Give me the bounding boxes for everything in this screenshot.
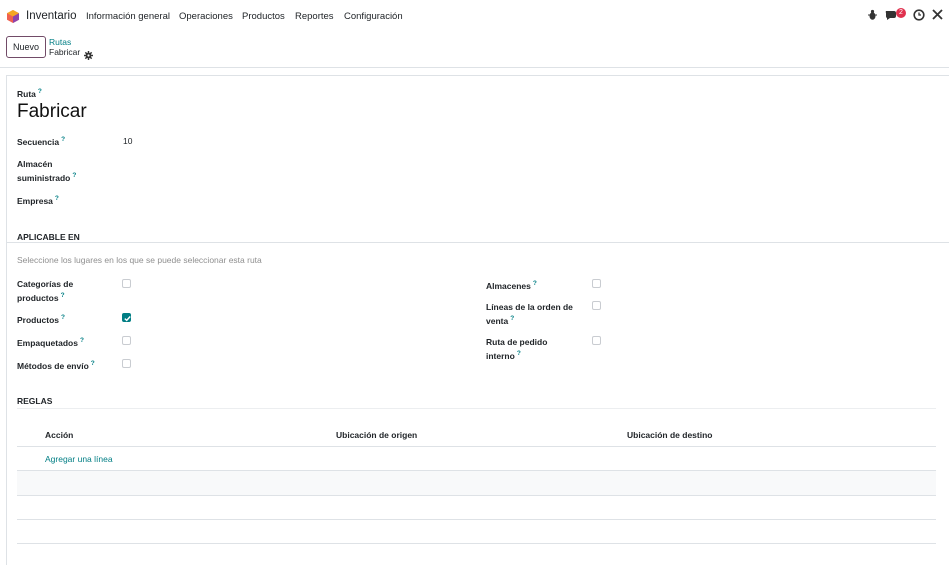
column-header-action[interactable]: Acción (45, 430, 73, 440)
products-checkbox[interactable] (122, 313, 131, 322)
warehouses-checkbox[interactable] (592, 279, 601, 288)
shipping-methods-label: Métodos de envío? (17, 360, 95, 371)
company-field[interactable] (123, 193, 423, 207)
categories-checkbox[interactable] (122, 279, 131, 288)
company-label: Empresa? (17, 195, 59, 206)
table-header-divider (17, 446, 936, 447)
internal-route-label: Ruta de pedido interno? (486, 337, 548, 361)
packagings-checkbox[interactable] (122, 336, 131, 345)
categories-label: Categorías de productos? (17, 279, 74, 303)
menu-productos[interactable]: Productos (242, 11, 285, 22)
applicable-hint: Seleccione los lugares en los que se pue… (17, 255, 262, 265)
menu-reportes[interactable]: Reportes (295, 11, 334, 22)
breadcrumb-current: Fabricar (49, 47, 81, 57)
top-navbar: Inventario Información general Operacion… (0, 0, 949, 34)
sequence-label: Secuencia? (17, 136, 66, 147)
check-icon (124, 316, 131, 322)
column-header-destination[interactable]: Ubicación de destino (627, 430, 713, 440)
table-row-divider (17, 543, 936, 544)
rules-divider (17, 408, 936, 409)
app-name[interactable]: Inventario (26, 10, 77, 22)
inventory-app-icon[interactable] (7, 10, 19, 23)
new-button[interactable]: Nuevo (6, 36, 46, 58)
internal-route-checkbox[interactable] (592, 336, 601, 345)
bug-icon[interactable] (868, 9, 877, 25)
route-name-field[interactable]: Fabricar (17, 101, 87, 123)
clock-icon[interactable] (913, 9, 925, 25)
add-line-link[interactable]: Agregar una línea (45, 454, 113, 464)
empty-table-row (17, 496, 936, 520)
sale-order-lines-label: Líneas de la orden de venta? (486, 302, 573, 326)
menu-configuracion[interactable]: Configuración (344, 11, 403, 22)
warehouse-label: Almacén suministrado? (17, 159, 77, 183)
shipping-methods-checkbox[interactable] (122, 359, 131, 368)
column-header-source[interactable]: Ubicación de origen (336, 430, 417, 440)
messages-badge: 2 (896, 8, 906, 18)
route-label: Ruta? (17, 88, 42, 99)
packagings-label: Empaquetados? (17, 337, 84, 348)
sale-order-lines-checkbox[interactable] (592, 301, 601, 310)
warehouses-label: Almacenes? (486, 280, 537, 291)
sequence-field[interactable]: 10 (123, 136, 132, 146)
control-panel: Nuevo Rutas Fabricar (0, 34, 949, 68)
menu-informacion-general[interactable]: Información general (86, 11, 170, 22)
applicable-section-title: APLICABLE EN (17, 232, 80, 242)
breadcrumb-rutas[interactable]: Rutas (49, 37, 71, 47)
empty-table-row (17, 471, 936, 495)
products-label: Productos? (17, 314, 66, 325)
gear-icon[interactable] (84, 47, 93, 65)
rules-section-title: REGLAS (17, 396, 53, 406)
menu-operaciones[interactable]: Operaciones (179, 11, 233, 22)
section-divider (6, 242, 949, 243)
empty-table-row (17, 520, 936, 544)
warehouse-field[interactable] (123, 164, 423, 178)
tools-icon[interactable] (932, 9, 943, 25)
